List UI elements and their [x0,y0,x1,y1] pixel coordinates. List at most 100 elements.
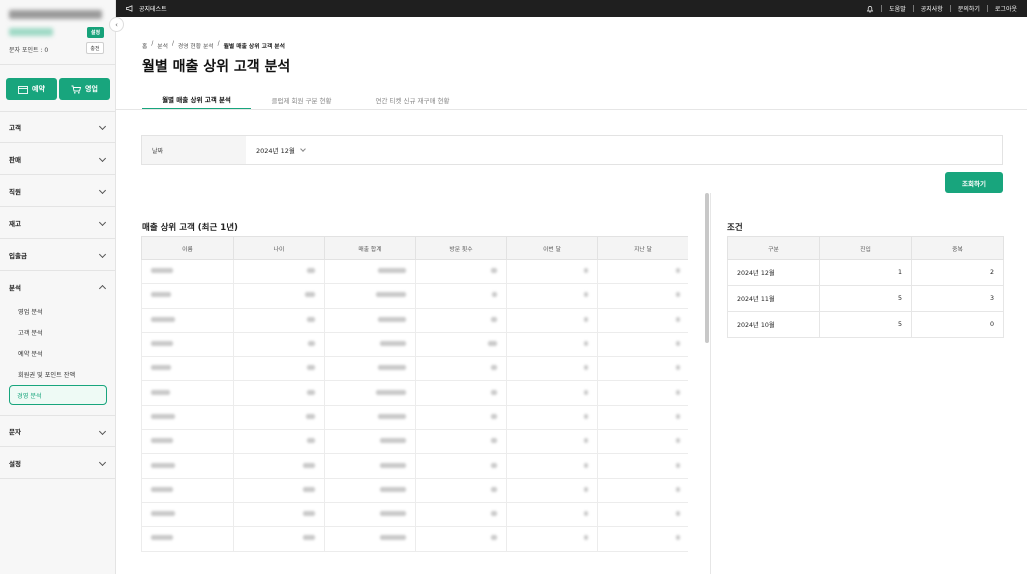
this-month-cell [506,283,598,309]
sales-total-cell [324,332,416,358]
tab-club-member-status[interactable]: 클럽제 회원 구분 현황 [251,89,352,110]
chevron-down-icon [98,458,107,467]
sales-total-cell [324,259,416,285]
sales-button-label: 영업 [85,85,98,93]
redacted-value [380,438,406,444]
tab-monthly-top-customers[interactable]: 월별 매출 상위 고객 분석 [142,89,251,110]
redacted-value [491,438,497,444]
help-link[interactable]: 도움말 [889,4,906,13]
redacted-value [491,268,497,274]
sales-button[interactable]: 영업 [59,78,110,100]
search-button[interactable]: 조회하기 [945,172,1003,193]
breadcrumb-home[interactable]: 홈 [142,41,147,50]
age-cell [233,380,325,406]
sales-total-cell [324,283,416,309]
table-row [141,259,688,285]
sales-total-cell [324,308,416,333]
top-customers-title: 매출 상위 고객 (최근 1년) [142,223,238,233]
last-month-cell [597,259,688,285]
age-cell [233,502,325,528]
logout-link[interactable]: 로그아웃 [995,4,1017,13]
notices-link[interactable]: 공지사항 [921,4,943,13]
charge-button[interactable]: 충전 [86,42,104,54]
sidebar-item-label: 고객 [9,123,21,132]
chevron-down-icon [98,122,107,131]
inquiry-link[interactable]: 문의하기 [958,4,980,13]
breadcrumb-management[interactable]: 경영 현황 분석 [178,41,214,50]
sidebar-item-sales[interactable]: 판매 [0,143,116,175]
tab-bar: 월별 매출 상위 고객 분석 클럽제 회원 구분 현황 연간 티켓 신규 재구매… [142,89,473,110]
sidebar-subitem-reservation-analysis[interactable]: 예약 분석 [18,349,43,358]
calendar-icon [18,85,28,94]
name-cell [141,405,234,431]
sidebar-subitem-customer-analysis[interactable]: 고객 분석 [18,328,43,337]
breadcrumb-analysis[interactable]: 분석 [157,41,168,50]
sidebar: 설정 문자 포인트 : 0 충전 예약 영업 고객 판매 직원 재고 입출금 분… [0,0,116,574]
redacted-value [675,462,680,468]
redacted-value [151,316,175,322]
sales-total-cell [324,429,416,455]
redacted-value [675,292,680,298]
redacted-value [303,462,315,468]
redacted-value [491,462,497,468]
column-header-name: 이름 [141,236,234,260]
sidebar-subitem-sales-analysis[interactable]: 영업 분석 [18,307,43,316]
redacted-value [376,389,406,395]
chevron-up-icon [98,284,107,293]
redacted-value [584,316,588,322]
megaphone-icon [126,5,133,12]
sidebar-item-inventory[interactable]: 재고 [0,207,116,239]
redacted-value [380,511,406,517]
sidebar-item-analysis[interactable]: 분석 [0,271,116,303]
scrollbar-thumb[interactable] [705,193,709,343]
sidebar-subitem-membership-balance[interactable]: 회원권 및 포인트 잔액 [18,370,75,379]
redacted-value [491,365,497,371]
this-month-cell [506,405,598,431]
top-bar: 공지테스트 도움말 공지사항 문의하기 로그아웃 [116,0,1027,17]
redacted-value [675,535,680,541]
table-row [141,526,688,552]
notice-banner[interactable]: 공지테스트 [126,4,167,13]
table-row: 2024년 12월 1 2 [727,259,1004,286]
redacted-value [675,486,680,492]
visits-cell [415,526,507,552]
sidebar-item-staff[interactable]: 직원 [0,175,116,207]
reservation-button[interactable]: 예약 [6,78,57,100]
sidebar-item-sms[interactable]: 문자 [0,415,116,447]
visits-cell [415,356,507,382]
settings-badge-button[interactable]: 설정 [87,27,104,38]
last-month-cell [597,453,688,479]
sidebar-item-cashflow[interactable]: 입출금 [0,239,116,271]
top-customers-table: 이름 나이 매출 합계 방문 횟수 이번 달 지난 달 [141,236,688,558]
this-month-cell [506,429,598,455]
name-cell [141,332,234,358]
visits-cell [415,405,507,431]
sidebar-item-settings[interactable]: 설정 [0,447,116,479]
bell-icon[interactable] [866,5,874,13]
age-cell [233,259,325,285]
date-select-value: 2024년 12월 [256,147,295,155]
redacted-value [151,365,171,371]
reservation-button-label: 예약 [32,85,45,93]
sidebar-collapse-button[interactable]: ‹ [109,17,124,32]
chevron-down-icon [300,146,306,152]
date-select[interactable]: 2024년 12월 [256,136,306,164]
last-month-cell [597,332,688,358]
last-month-cell [597,478,688,503]
tab-annual-ticket-repurchase[interactable]: 연간 티켓 신규 재구매 현황 [352,89,473,110]
sidebar-item-customer[interactable]: 고객 [0,111,116,143]
redacted-value [584,486,588,492]
sidebar-subitem-management-analysis[interactable]: 경영 분석 [9,385,107,405]
last-month-cell [597,502,688,528]
chevron-down-icon [98,154,107,163]
page-title: 월별 매출 상위 고객 분석 [142,59,291,75]
redacted-value [305,292,315,298]
redacted-value [307,316,315,322]
name-cell [141,283,234,309]
this-month-cell [506,526,598,552]
table-row [141,356,688,382]
visits-cell [415,259,507,285]
redacted-value [584,535,588,541]
redacted-value [584,462,588,468]
age-cell [233,429,325,455]
